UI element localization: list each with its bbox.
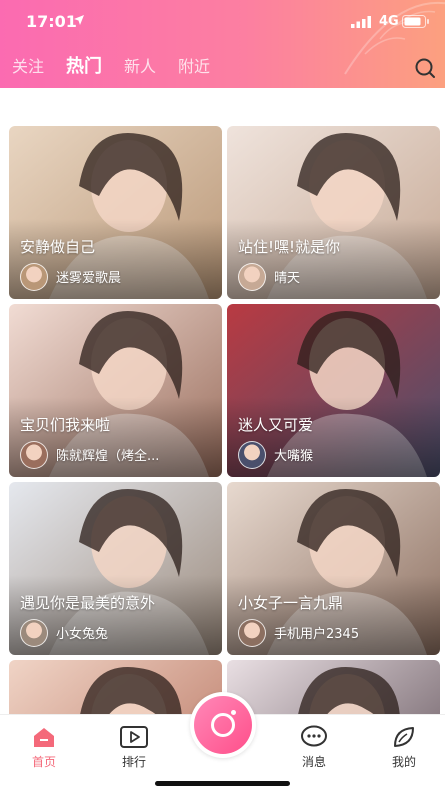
card-title: 小女子一言九鼎 [238, 594, 344, 612]
card-username: 小女兔兔 [56, 627, 109, 642]
battery-icon [402, 15, 429, 28]
tab-nearby[interactable]: 附近 [178, 55, 210, 79]
profile-leaf-icon [394, 727, 414, 747]
tabbar-profile[interactable]: 我的 [374, 725, 434, 770]
avatar[interactable] [20, 441, 48, 469]
card-cover-image [227, 660, 440, 714]
tabbar-home[interactable]: 首页 [14, 725, 74, 770]
feed-card[interactable]: 小女子一言九鼎手机用户2345 [227, 482, 440, 655]
card-username: 陈就辉煌（烤全... [56, 449, 160, 464]
feed-card[interactable]: 站住!嘿!就是你 晴天 [227, 126, 440, 299]
network-type: 4G [379, 14, 399, 29]
top-header: 17:01 4G 关注 热门 新人 附近 [0, 0, 445, 88]
card-cover-image [9, 660, 222, 714]
feed-card[interactable] [227, 660, 440, 714]
status-bar: 17:01 4G [0, 0, 445, 44]
card-title: 遇见你是最美的意外 [20, 594, 156, 612]
card-title: 迷人又可爱 [238, 416, 314, 434]
play-icon [120, 726, 148, 748]
avatar[interactable] [20, 263, 48, 291]
live-feed-grid: 安静做自己 迷雾爱歌晨 站住!嘿!就是你 晴天 宝贝们我来啦 陈就辉煌（烤全... 迷人又可… [0, 88, 445, 714]
tabbar-messages[interactable]: 消息 [284, 725, 344, 770]
tabbar-ranking[interactable]: 排行 [104, 725, 164, 770]
avatar[interactable] [238, 263, 266, 291]
top-tabs: 关注 热门 新人 附近 [12, 54, 232, 80]
status-time: 17:01 [26, 12, 77, 31]
tabbar-ranking-label: 排行 [121, 755, 146, 769]
feed-card[interactable]: 宝贝们我来啦陈就辉煌（烤全... [9, 304, 222, 477]
signal-icon [351, 16, 371, 28]
feed-card[interactable]: 迷人又可爱大嘴猴 [227, 304, 440, 477]
avatar[interactable] [20, 619, 48, 647]
card-title: 宝贝们我来啦 [20, 416, 111, 434]
tabbar-messages-label: 消息 [301, 755, 326, 769]
card-username: 大嘴猴 [274, 449, 314, 464]
tab-new[interactable]: 新人 [124, 55, 156, 79]
avatar[interactable] [238, 441, 266, 469]
tabbar-profile-label: 我的 [391, 755, 416, 769]
feed-card[interactable]: 遇见你是最美的意外小女兔兔 [9, 482, 222, 655]
card-title: 站住!嘿!就是你 [238, 238, 341, 256]
tab-hot[interactable]: 热门 [66, 55, 102, 79]
record-button[interactable] [190, 692, 256, 758]
search-icon[interactable] [414, 57, 436, 79]
avatar[interactable] [238, 619, 266, 647]
card-username: 晴天 [274, 271, 301, 286]
tab-follow[interactable]: 关注 [12, 55, 44, 79]
message-icon [301, 725, 327, 747]
tabbar-home-label: 首页 [31, 755, 56, 769]
camera-record-icon [194, 696, 252, 754]
location-arrow-icon [74, 15, 84, 25]
feed-card[interactable]: 安静做自己迷雾爱歌晨 [9, 126, 222, 299]
card-username: 迷雾爱歌晨 [56, 271, 122, 286]
home-icon [34, 728, 54, 747]
card-username: 手机用户2345 [274, 627, 360, 642]
home-indicator[interactable] [155, 781, 290, 786]
feed-card[interactable] [9, 660, 222, 714]
card-title: 安静做自己 [20, 238, 96, 256]
